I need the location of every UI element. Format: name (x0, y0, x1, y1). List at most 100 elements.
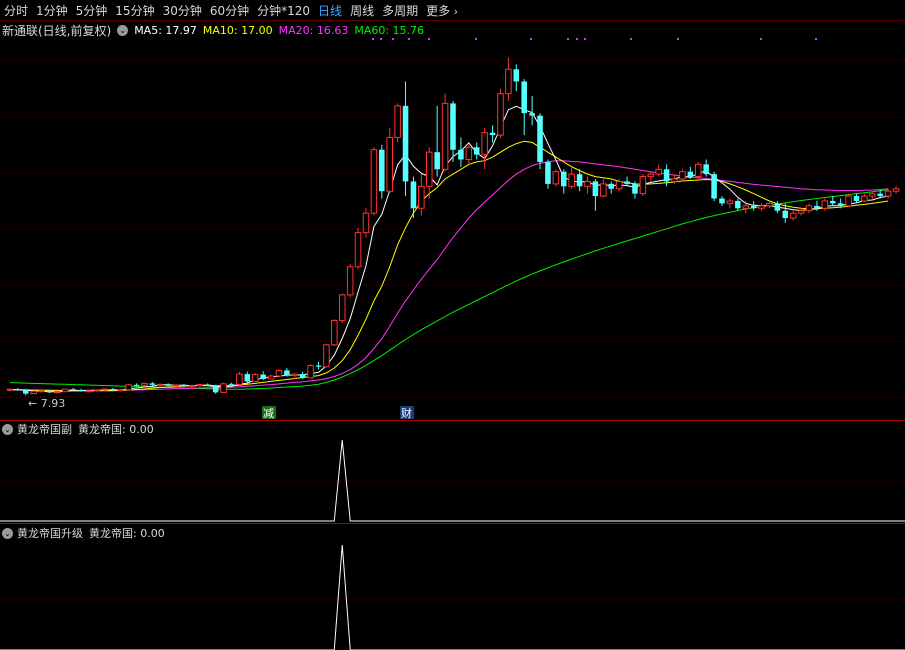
candle-body (354, 232, 362, 268)
candle-body (568, 173, 575, 187)
candle-body (434, 152, 440, 170)
candle-body (362, 212, 370, 234)
signal-dot (630, 38, 632, 40)
ma5-line (10, 105, 889, 393)
candle-body (513, 69, 520, 82)
low-price-label: ← 7.93 (28, 397, 65, 410)
signal-dot (530, 38, 532, 40)
candle-body (38, 390, 45, 393)
candle-body (244, 374, 251, 382)
signal-dot (584, 38, 586, 40)
candle-body (489, 132, 496, 136)
candle-body (323, 344, 330, 368)
candle-body (379, 149, 385, 192)
signal-dot (428, 38, 430, 40)
candle-body (884, 190, 892, 197)
candle-body (505, 68, 512, 95)
candle-body (829, 200, 836, 204)
candle-body (703, 164, 709, 175)
candle-body (766, 202, 773, 207)
candle-body (251, 374, 259, 382)
candle-body (735, 200, 741, 209)
candle-body (719, 198, 725, 204)
candle-body (458, 149, 464, 160)
candle-body (632, 183, 638, 194)
candle-body (110, 388, 116, 391)
candle-body (615, 180, 623, 190)
candle-body (600, 183, 607, 197)
candle-body (418, 185, 425, 209)
candle-body (370, 149, 378, 214)
candle-body (576, 174, 583, 187)
candle-body (892, 188, 900, 192)
candle-body (647, 173, 655, 178)
candle-body (117, 389, 124, 392)
candle-body (315, 365, 322, 367)
candle-body (639, 176, 647, 195)
candle-body (46, 390, 53, 393)
candle-body (275, 369, 283, 377)
candle-body (837, 203, 844, 206)
candle-body (750, 205, 757, 209)
candle-body (394, 105, 401, 139)
event-marker-cai: 财 (401, 406, 412, 420)
candle-body (584, 180, 591, 187)
signal-dot (372, 38, 374, 40)
candle-body (481, 132, 488, 156)
candle-body (212, 385, 219, 393)
candle-body (552, 171, 560, 185)
candle-body (592, 181, 599, 197)
candle-body (181, 385, 187, 387)
candle-body (497, 93, 504, 136)
candle-body (70, 389, 77, 391)
signal-dot (567, 38, 569, 40)
candle-body (425, 151, 433, 187)
candle-body (85, 390, 93, 393)
signal-dot (815, 38, 817, 40)
candle-body (805, 205, 813, 212)
candle-body (679, 171, 686, 180)
candle-body (54, 391, 61, 394)
candle-body (149, 383, 156, 385)
candle-body (402, 105, 409, 182)
ma60-line (9, 189, 889, 390)
candle-body (687, 171, 694, 177)
candle-body (331, 319, 338, 346)
candle-body (196, 384, 204, 387)
candle-body (694, 163, 702, 178)
candle-body (157, 383, 164, 386)
candle-body (141, 382, 148, 386)
candle-body (655, 168, 662, 175)
candle-body (789, 212, 797, 219)
signal-dot (392, 38, 394, 40)
signal-dot (380, 38, 382, 40)
candle-body (473, 147, 480, 155)
candle-body (465, 146, 473, 160)
candle-body (797, 210, 805, 214)
candle-body (537, 115, 543, 162)
candle-body (821, 200, 829, 209)
signal-dot (677, 38, 679, 40)
candle-body (188, 385, 196, 388)
candle-body (307, 365, 314, 379)
candle-body (386, 137, 393, 192)
candle-body (346, 266, 354, 296)
candle-body (726, 200, 734, 204)
candle-body (228, 383, 235, 385)
candle-body (93, 389, 101, 392)
signal-dot (576, 38, 578, 40)
candle-body (663, 169, 670, 182)
candle-body (165, 384, 171, 386)
candle-body (711, 174, 717, 199)
candle-body (236, 373, 243, 385)
candle-body (299, 374, 306, 378)
candle-body (410, 181, 417, 209)
signal-dot (760, 38, 762, 40)
candle-body (877, 193, 883, 197)
candle-body (861, 195, 868, 202)
candle-body (204, 384, 211, 386)
candle-body (869, 193, 876, 197)
candlestick-chart[interactable]: ← 7.93 减 财 (0, 0, 905, 650)
candle-body (284, 370, 290, 376)
signal-dot (408, 38, 410, 40)
